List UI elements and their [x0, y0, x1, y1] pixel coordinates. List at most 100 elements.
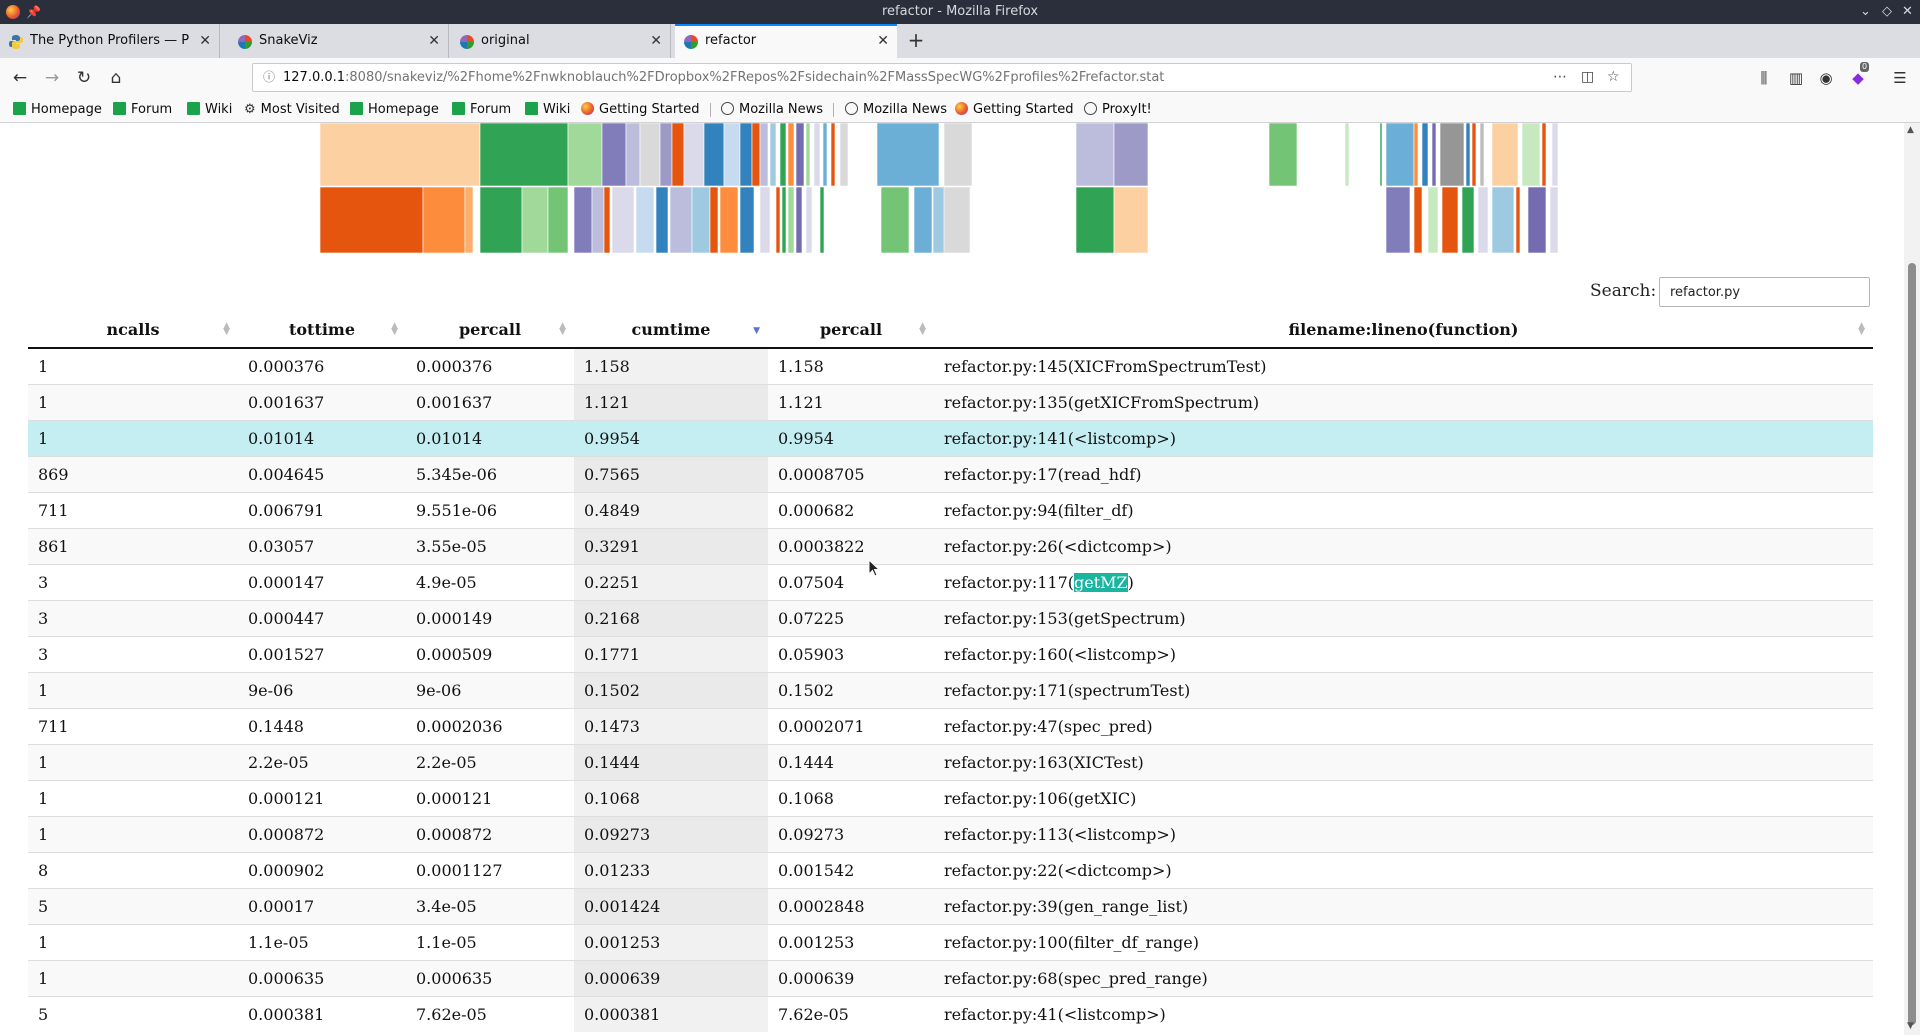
- icicle-block[interactable]: [943, 123, 973, 187]
- icicle-block[interactable]: [703, 123, 725, 187]
- url-text[interactable]: 127.0.0.1:8080/snakeviz/%2Fhome%2Fnwknob…: [283, 64, 1164, 91]
- icicle-block[interactable]: [1379, 123, 1383, 187]
- url-bar[interactable]: ⓘ 127.0.0.1:8080/snakeviz/%2Fhome%2Fnwkn…: [252, 63, 1632, 92]
- icicle-block[interactable]: [813, 123, 821, 187]
- header-tottime[interactable]: tottime ▲ ▼: [238, 311, 406, 349]
- table-row[interactable]: 5 0.00017 3.4e-05 0.001424 0.0002848 refactor…: [28, 888, 1873, 925]
- icicle-block[interactable]: [320, 186, 424, 253]
- pocket-icon[interactable]: ◫: [1581, 64, 1594, 91]
- back-icon[interactable]: ←: [8, 66, 32, 90]
- icicle-block[interactable]: [1461, 186, 1475, 253]
- icicle-block[interactable]: [691, 186, 711, 253]
- table-row[interactable]: 1 0.000121 0.000121 0.1068 0.1068 refactor.py…: [28, 780, 1873, 817]
- close-tab-icon[interactable]: ✕: [877, 26, 889, 56]
- icicle-block[interactable]: [775, 186, 781, 253]
- icicle-block[interactable]: [769, 123, 777, 187]
- icicle-block[interactable]: [787, 123, 795, 187]
- icicle-block[interactable]: [591, 186, 605, 253]
- icicle-block[interactable]: [805, 123, 811, 187]
- icicle-block[interactable]: [739, 123, 753, 187]
- page-scrollbar[interactable]: ▲ ▼: [1904, 123, 1920, 1035]
- tab-original[interactable]: original ✕: [451, 24, 671, 58]
- site-info-icon[interactable]: ⓘ: [263, 64, 275, 91]
- icicle-block[interactable]: [1441, 186, 1459, 253]
- icicle-block[interactable]: [521, 186, 549, 253]
- icicle-block[interactable]: [479, 186, 523, 253]
- new-tab-button[interactable]: +: [904, 24, 928, 58]
- icicle-block[interactable]: [1527, 186, 1547, 253]
- table-row[interactable]: 869 0.004645 5.345e-06 0.7565 0.0008705 refac…: [28, 456, 1873, 493]
- icicle-block[interactable]: [819, 186, 825, 253]
- library-icon[interactable]: ⫼: [1752, 66, 1776, 90]
- table-row[interactable]: 1 0.000635 0.000635 0.000639 0.000639 refacto…: [28, 960, 1873, 997]
- icicle-block[interactable]: [759, 186, 771, 253]
- icicle-block[interactable]: [751, 123, 761, 187]
- icicle-block[interactable]: [719, 186, 739, 253]
- icicle-block[interactable]: [1551, 123, 1559, 187]
- icicle-block[interactable]: [1549, 186, 1559, 253]
- close-tab-icon[interactable]: ✕: [199, 24, 211, 58]
- icicle-block[interactable]: [1421, 123, 1429, 187]
- table-row[interactable]: 3 0.001527 0.000509 0.1771 0.05903 refactor.p…: [28, 636, 1873, 673]
- icicle-block[interactable]: [1479, 123, 1485, 187]
- icicle-block[interactable]: [943, 186, 971, 253]
- icicle-block[interactable]: [1541, 123, 1547, 187]
- reload-icon[interactable]: ↻: [72, 66, 96, 90]
- tab-python-profilers[interactable]: The Python Profilers — Pyt ✕: [0, 24, 220, 58]
- bookmark-wiki[interactable]: Wiki: [187, 98, 232, 122]
- icicle-block[interactable]: [709, 186, 719, 253]
- icicle-block[interactable]: [759, 123, 769, 187]
- table-row[interactable]: 1 0.000376 0.000376 1.158 1.158 refactor.py:1…: [28, 348, 1873, 385]
- header-filename-lineno-function[interactable]: filename:lineno(function) ▲ ▼: [934, 311, 1873, 349]
- icicle-block[interactable]: [1075, 186, 1115, 253]
- table-row[interactable]: 1 0.000872 0.000872 0.09273 0.09273 refactor.…: [28, 816, 1873, 853]
- icicle-block[interactable]: [795, 123, 805, 187]
- icicle-block[interactable]: [671, 123, 685, 187]
- icicle-block[interactable]: [655, 186, 669, 253]
- icicle-block[interactable]: [1385, 186, 1411, 253]
- home-icon[interactable]: ⌂: [104, 66, 128, 90]
- icicle-block[interactable]: [601, 123, 627, 187]
- icicle-block[interactable]: [1413, 123, 1419, 187]
- header-ncalls[interactable]: ncalls ▲ ▼: [28, 311, 238, 349]
- pin-icon[interactable]: 📌: [26, 0, 41, 24]
- tab-snakeviz[interactable]: SnakeViz ✕: [229, 24, 449, 58]
- icicle-block[interactable]: [479, 123, 569, 187]
- icicle-block[interactable]: [320, 123, 481, 187]
- icicle-block[interactable]: [723, 123, 741, 187]
- minimize-icon[interactable]: ⌄: [1860, 0, 1871, 24]
- icicle-block[interactable]: [464, 186, 474, 253]
- close-window-icon[interactable]: ✕: [1902, 0, 1913, 24]
- page-actions-icon[interactable]: ⋯: [1553, 64, 1567, 91]
- icicle-block[interactable]: [1427, 186, 1439, 253]
- table-row[interactable]: 1 1.1e-05 1.1e-05 0.001253 0.001253 refactor.…: [28, 924, 1873, 961]
- icicle-block[interactable]: [1515, 186, 1521, 253]
- icicle-block[interactable]: [659, 123, 673, 187]
- header-percall-cumtime[interactable]: percall ▲ ▼: [768, 311, 934, 349]
- close-tab-icon[interactable]: ✕: [650, 24, 662, 58]
- icicle-block[interactable]: [739, 186, 755, 253]
- icicle-block[interactable]: [1268, 123, 1298, 187]
- account-icon[interactable]: ◉: [1814, 66, 1838, 90]
- table-row[interactable]: 3 0.000447 0.000149 0.2168 0.07225 refactor.p…: [28, 600, 1873, 637]
- table-row[interactable]: 5 0.000381 7.62e-05 0.000381 7.62e-05 refacto…: [28, 996, 1873, 1032]
- icicle-block[interactable]: [805, 186, 813, 253]
- icicle-block[interactable]: [603, 186, 611, 253]
- icicle-block[interactable]: [1113, 186, 1149, 253]
- icicle-block[interactable]: [822, 123, 828, 187]
- table-row[interactable]: 861 0.03057 3.55e-05 0.3291 0.0003822 refacto…: [28, 528, 1873, 565]
- icicle-block[interactable]: [1385, 123, 1415, 187]
- table-row[interactable]: 1 9e-06 9e-06 0.1502 0.1502 refactor.py:171(s…: [28, 672, 1873, 709]
- header-percall-tottime[interactable]: percall ▲ ▼: [406, 311, 574, 349]
- icicle-block[interactable]: [669, 186, 693, 253]
- icicle-block[interactable]: [880, 186, 910, 253]
- header-cumtime[interactable]: cumtime ▼: [574, 311, 768, 349]
- icicle-block[interactable]: [876, 123, 940, 187]
- icicle-block[interactable]: [1113, 123, 1149, 187]
- icicle-block[interactable]: [795, 186, 803, 253]
- icicle-block[interactable]: [573, 186, 593, 253]
- search-input[interactable]: [1659, 277, 1870, 307]
- close-tab-icon[interactable]: ✕: [428, 24, 440, 58]
- icicle-block[interactable]: [1471, 123, 1477, 187]
- icicle-block[interactable]: [1465, 123, 1471, 187]
